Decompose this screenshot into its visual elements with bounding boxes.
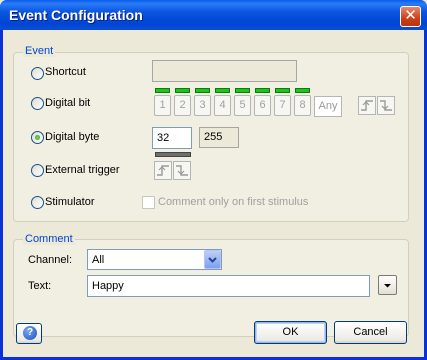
stimulator-radio[interactable]	[31, 196, 44, 209]
rising-edge-button[interactable]	[358, 96, 376, 115]
bit-button-7[interactable]: 7	[274, 95, 291, 116]
comment-text-input[interactable]: Happy	[87, 275, 370, 297]
digital-bit-label: Digital bit	[45, 97, 91, 109]
stimulator-label: Stimulator	[45, 196, 95, 208]
bit-led-7	[275, 88, 290, 93]
first-stimulus-checkbox[interactable]	[142, 196, 155, 209]
close-icon: ✕	[404, 7, 417, 24]
digital-byte-input[interactable]: 32	[152, 127, 192, 149]
comment-group-title: Comment	[23, 233, 75, 245]
any-bit-button[interactable]: Any	[314, 96, 342, 117]
text-label: Text:	[28, 280, 52, 292]
bit-led-2	[175, 88, 190, 93]
bit-button-6[interactable]: 6	[254, 95, 271, 116]
falling-edge-button[interactable]	[377, 96, 395, 115]
bit-button-3[interactable]: 3	[194, 95, 211, 116]
window-title: Event Configuration	[9, 7, 143, 23]
channel-selected-value: All	[92, 254, 105, 266]
bit-led-8	[295, 88, 310, 93]
trigger-led	[155, 152, 191, 157]
digital-byte-readout: 255	[199, 127, 239, 148]
bit-led-6	[255, 88, 270, 93]
title-bar: Event Configuration ✕	[0, 0, 427, 30]
chevron-down-icon	[208, 257, 217, 263]
trigger-falling-edge-button[interactable]	[173, 161, 191, 180]
shortcut-field[interactable]	[152, 60, 297, 82]
channel-dropdown-button[interactable]	[204, 250, 221, 269]
dialog-client-area: Event Shortcut Digital bit 1 2 3 4 5 6 7…	[3, 30, 424, 357]
external-trigger-radio[interactable]	[31, 164, 44, 177]
shortcut-radio[interactable]	[31, 67, 44, 80]
bit-button-1[interactable]: 1	[154, 95, 171, 116]
bit-button-4[interactable]: 4	[214, 95, 231, 116]
rising-edge-icon	[361, 100, 373, 111]
bit-button-5[interactable]: 5	[234, 95, 251, 116]
first-stimulus-label: Comment only on first stimulus	[158, 196, 309, 208]
rising-edge-icon	[157, 165, 169, 176]
bit-led-5	[235, 88, 250, 93]
comment-history-button[interactable]	[378, 275, 397, 295]
bit-button-2[interactable]: 2	[174, 95, 191, 116]
channel-select[interactable]: All	[87, 249, 222, 270]
bit-led-1	[155, 88, 170, 93]
shortcut-label: Shortcut	[45, 66, 86, 78]
external-trigger-label: External trigger	[45, 164, 120, 176]
event-group-title: Event	[23, 45, 56, 57]
digital-bit-radio[interactable]	[31, 97, 44, 110]
channel-label: Channel:	[28, 254, 73, 266]
chevron-down-icon	[384, 284, 391, 288]
cancel-button[interactable]: Cancel	[334, 321, 407, 344]
bit-led-4	[215, 88, 230, 93]
digital-byte-radio[interactable]	[31, 131, 44, 144]
trigger-rising-edge-button[interactable]	[154, 161, 172, 180]
bit-led-3	[195, 88, 210, 93]
bit-button-8[interactable]: 8	[294, 95, 311, 116]
close-button[interactable]: ✕	[400, 6, 421, 27]
falling-edge-icon	[380, 100, 392, 111]
ok-button[interactable]: OK	[254, 321, 327, 344]
falling-edge-icon	[176, 165, 188, 176]
help-button[interactable]: ?	[16, 323, 42, 344]
help-icon: ?	[23, 326, 37, 340]
digital-byte-label: Digital byte	[45, 131, 100, 143]
